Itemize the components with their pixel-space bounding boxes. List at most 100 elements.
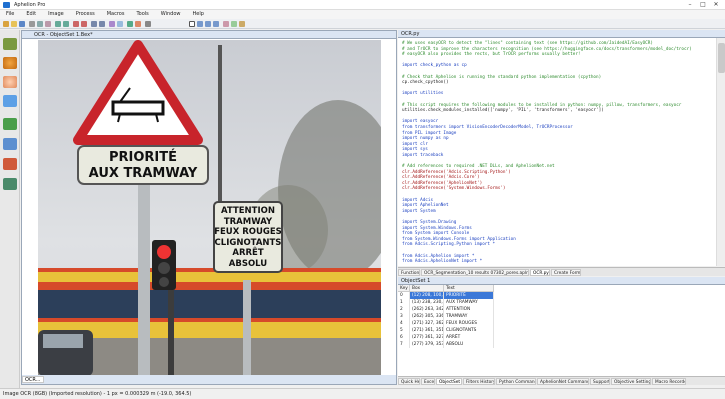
grid-icon[interactable]: [99, 21, 105, 27]
menu-file[interactable]: File: [0, 10, 20, 18]
table-row[interactable]: 2 (262) 263, 342 ATTENTION: [398, 306, 725, 313]
annotate-pen-icon[interactable]: [3, 118, 17, 130]
tab-objectset[interactable]: ObjectSet 1: [436, 378, 462, 385]
table-row[interactable]: 6 (277) 361, 327 ARRÊT: [398, 334, 725, 341]
street-sign-photo: [38, 40, 381, 376]
cell-text: ABSOLU: [444, 341, 494, 348]
window-icon[interactable]: [117, 21, 123, 27]
layout-icon[interactable]: [109, 21, 115, 27]
cell-text: ARRÊT: [444, 334, 494, 341]
sign-absolu: ABSOLU: [228, 258, 268, 269]
open-icon[interactable]: [11, 21, 17, 27]
zoom-in-icon[interactable]: [73, 21, 79, 27]
cell-box: (262) 263, 342: [412, 306, 444, 313]
undo-icon[interactable]: [55, 21, 61, 27]
cell-key: 4: [398, 320, 410, 327]
bottom-tabs: Quick Help Excel ObjectSet 1 Filters His…: [398, 376, 725, 385]
lasso-icon[interactable]: [213, 21, 219, 27]
copy-icon[interactable]: [37, 21, 43, 27]
redo-icon[interactable]: [63, 21, 69, 27]
menu-edit[interactable]: Edit: [20, 10, 42, 18]
objectset-table[interactable]: Key Box Text 0(12) 208, 100, 71PRIORITÉ1…: [398, 285, 725, 376]
settings-icon[interactable]: [145, 21, 151, 27]
menu-process[interactable]: Process: [70, 10, 101, 18]
sign-feux-rouges: FEUX ROUGES: [214, 227, 282, 237]
minimize-icon[interactable]: –: [684, 1, 696, 9]
script-editor[interactable]: # We uses easyOCR to detect the "lines" …: [398, 38, 716, 266]
save-icon[interactable]: [19, 21, 25, 27]
ocr-photo[interactable]: PRIORITÉ AUX TRAMWAY ATTENTION TRAMWAY F…: [38, 40, 381, 376]
pointer-icon[interactable]: [189, 21, 195, 27]
tab-macro-recorder[interactable]: Macro Recorder: [652, 378, 686, 385]
pen-icon[interactable]: [223, 21, 229, 27]
new-icon[interactable]: [3, 21, 9, 27]
tab-python-command[interactable]: Python Command: [496, 378, 536, 385]
document-tabs: Functions OCR_Segmentation_10 results 07…: [398, 267, 725, 276]
select-ellipse-icon[interactable]: [205, 21, 211, 27]
tab-objective-settings[interactable]: Objective Settings: [611, 378, 651, 385]
sign-arret: ARRÊT: [232, 248, 264, 258]
camera-icon[interactable]: [3, 38, 17, 50]
macro-icon[interactable]: [3, 178, 17, 190]
column-text[interactable]: Text: [444, 285, 494, 292]
tab-quick-help[interactable]: Quick Help: [398, 378, 420, 385]
column-box[interactable]: Box: [410, 285, 444, 292]
table-row[interactable]: 1(13) 238, 230, 30AUX TRAMWAY: [398, 299, 725, 306]
status-bar: Image OCR (8GB) (Imported resolution) - …: [0, 388, 725, 398]
title-bar: Aphelion Pro – □ ✕: [0, 0, 725, 10]
table-row[interactable]: 5 (271) 361, 351 CLIGNOTANTS: [398, 327, 725, 334]
menu-image[interactable]: Image: [42, 10, 70, 18]
menu-window[interactable]: Window: [155, 10, 187, 18]
3d-cube-icon[interactable]: [3, 158, 17, 170]
stop-icon[interactable]: [135, 21, 141, 27]
menu-help[interactable]: Help: [187, 10, 210, 18]
filter-funnel-icon[interactable]: [3, 95, 17, 107]
table-row[interactable]: 4 (271) 327, 362 FEUX ROUGES: [398, 320, 725, 327]
script-scrollbar[interactable]: [716, 38, 725, 266]
tab-support[interactable]: Support: [590, 378, 610, 385]
run-icon[interactable]: [127, 21, 133, 27]
cell-text: ATTENTION: [444, 306, 494, 313]
sign-line-aux-tramway: AUX TRAMWAY: [88, 166, 198, 181]
measure-icon[interactable]: [231, 21, 237, 27]
column-key[interactable]: Key: [398, 285, 410, 292]
text-tool-icon[interactable]: [239, 21, 245, 27]
table-row[interactable]: 3 (262) 305, 336 TRAMWAY: [398, 313, 725, 320]
sign-tramway: TRAMWAY: [223, 216, 273, 227]
objectset-title: ObjectSet 1: [401, 278, 431, 284]
network-icon[interactable]: [3, 138, 17, 150]
sign-attention-block: ATTENTION TRAMWAY FEUX ROUGES CLIGNOTANT…: [214, 206, 282, 269]
select-rect-icon[interactable]: [197, 21, 203, 27]
cut-icon[interactable]: [29, 21, 35, 27]
paste-icon[interactable]: [45, 21, 51, 27]
menu-bar: File Edit Image Process Macros Tools Window Hel…: [0, 10, 725, 19]
close-icon[interactable]: ✕: [710, 1, 722, 9]
menu-tools[interactable]: Tools: [130, 10, 154, 18]
maximize-icon[interactable]: □: [697, 1, 709, 9]
analysis-icon[interactable]: [3, 76, 17, 88]
tab-ocr-py[interactable]: OCR.py: [530, 269, 550, 276]
cell-box: (277) 379, 353: [412, 341, 444, 348]
tab-excel[interactable]: Excel: [421, 378, 435, 385]
script-editor-title-bar: OCR.py: [398, 30, 725, 38]
scrollbar-thumb[interactable]: [718, 43, 725, 73]
table-row[interactable]: 7 (277) 379, 353 ABSOLU: [398, 341, 725, 348]
zoom-out-icon[interactable]: [81, 21, 87, 27]
menu-macros[interactable]: Macros: [101, 10, 131, 18]
tab-functions[interactable]: Functions: [398, 269, 420, 276]
fit-icon[interactable]: [91, 21, 97, 27]
script-editor-title: OCR.py: [401, 31, 420, 37]
tab-aphelionnet-command[interactable]: AphelionNet Command: [537, 378, 589, 385]
code-line[interactable]: from Adcis.AphelionNet import *: [402, 259, 712, 265]
document-tab[interactable]: OCR...: [22, 376, 44, 383]
cell-box: (12) 208, 100, 71: [410, 292, 444, 299]
document-title: OCR - ObjectSet 1.Bex*: [34, 32, 93, 38]
cell-text: PRIORITÉ: [444, 292, 494, 299]
cell-key: 7: [398, 341, 410, 348]
process-sphere-icon[interactable]: [3, 57, 17, 69]
tab-ocr-segmentation[interactable]: OCR_Segmentation_10 results 07302_pores.…: [421, 269, 529, 276]
tab-create-form[interactable]: Create Form.cs: [551, 269, 581, 276]
table-row[interactable]: 0(12) 208, 100, 71PRIORITÉ: [398, 292, 725, 299]
sign-line-priorite: PRIORITÉ: [108, 150, 178, 165]
tab-filters-history[interactable]: Filters History: [463, 378, 495, 385]
